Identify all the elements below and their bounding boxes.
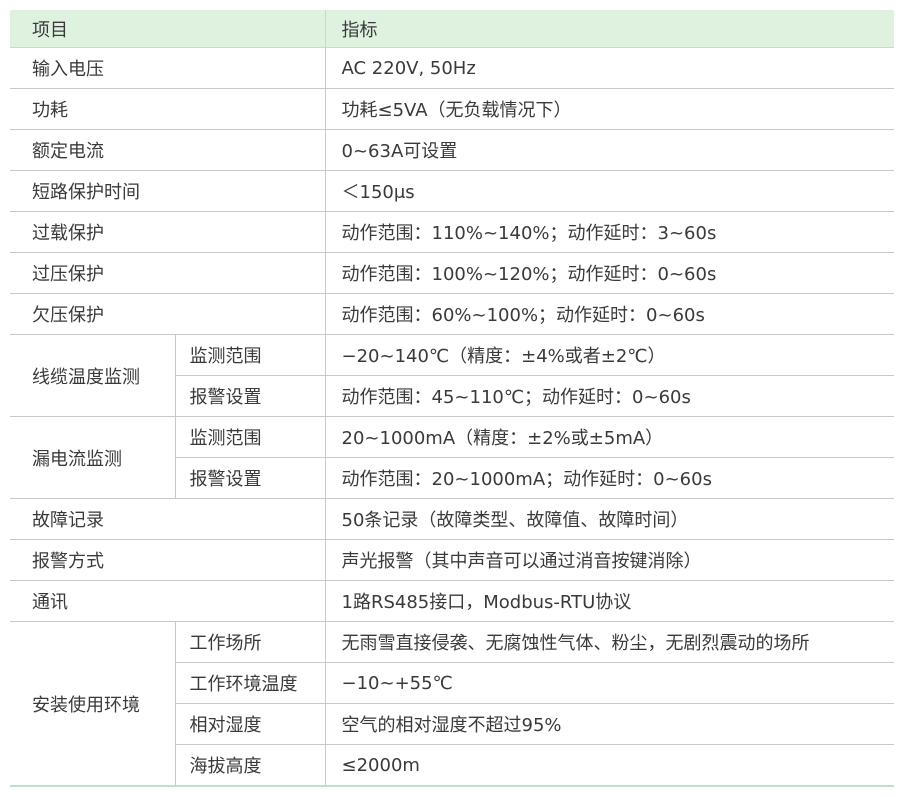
item-power-consumption: 功耗	[10, 88, 325, 130]
table-row: 额定电流 0~63A可设置	[10, 129, 894, 171]
item-communication: 通讯	[10, 580, 325, 622]
sub-item-label: 海拔高度	[174, 744, 325, 786]
table-row: 输入电压 AC 220V, 50Hz	[10, 47, 894, 89]
table-row: 故障记录 50条记录（故障类型、故障值、故障时间）	[10, 498, 894, 540]
value-power-consumption: 功耗≤5VA（无负载情况下）	[324, 88, 894, 130]
value-rated-current: 0~63A可设置	[324, 129, 894, 171]
item-fault-record: 故障记录	[10, 498, 325, 540]
value-alarm-method: 声光报警（其中声音可以通过消音按键消除）	[324, 539, 894, 581]
sub-item-label: 监测范围	[174, 334, 325, 376]
value-undervoltage-protection: 动作范围：60%~100%；动作延时：0~60s	[324, 293, 894, 335]
item-cable-temp-monitoring: 线缆温度监测	[10, 334, 175, 417]
item-overload-protection: 过载保护	[10, 211, 325, 253]
sub-item-label: 相对湿度	[174, 703, 325, 745]
table-row: 安装使用环境 工作场所 无雨雪直接侵袭、无腐蚀性气体、粉尘，无剧烈震动的场所	[10, 621, 894, 787]
item-short-circuit-time: 短路保护时间	[10, 170, 325, 212]
header-spec: 指标	[324, 10, 894, 48]
sub-item-value: 无雨雪直接侵袭、无腐蚀性气体、粉尘，无剧烈震动的场所	[324, 621, 894, 663]
sub-item-value: ≤2000m	[324, 744, 894, 786]
value-overvoltage-protection: 动作范围：100%~120%；动作延时：0~60s	[324, 252, 894, 294]
table-row: 漏电流监测 监测范围 20~1000mA（精度：±2%或±5mA）	[10, 416, 894, 499]
header-row: 项目 指标	[10, 10, 894, 48]
table-row: 线缆温度监测 监测范围 −20~140℃（精度：±4%或者±2℃）	[10, 334, 894, 417]
sub-item-value: 动作范围：45~110℃；动作延时：0~60s	[324, 375, 894, 417]
value-short-circuit-time: ＜150μs	[324, 170, 894, 212]
value-overload-protection: 动作范围：110%~140%；动作延时：3~60s	[324, 211, 894, 253]
sub-item-label: 工作场所	[174, 621, 325, 663]
sub-item-value: −10~+55℃	[324, 662, 894, 704]
table-row: 过载保护 动作范围：110%~140%；动作延时：3~60s	[10, 211, 894, 253]
sub-item-value: 空气的相对湿度不超过95%	[324, 703, 894, 745]
item-installation-environment: 安装使用环境	[10, 621, 175, 787]
table-row: 报警方式 声光报警（其中声音可以通过消音按键消除）	[10, 539, 894, 581]
sub-item-label: 报警设置	[174, 375, 325, 417]
header-item: 项目	[10, 10, 325, 48]
table-row: 短路保护时间 ＜150μs	[10, 170, 894, 212]
spec-table: 项目 指标 输入电压 AC 220V, 50Hz 功耗 功耗≤5VA（无负载情况…	[10, 10, 894, 787]
item-undervoltage-protection: 欠压保护	[10, 293, 325, 335]
table-row: 功耗 功耗≤5VA（无负载情况下）	[10, 88, 894, 130]
sub-item-label: 工作环境温度	[174, 662, 325, 704]
sub-item-label: 报警设置	[174, 457, 325, 499]
sub-item-label: 监测范围	[174, 416, 325, 458]
value-input-voltage: AC 220V, 50Hz	[324, 47, 894, 89]
item-rated-current: 额定电流	[10, 129, 325, 171]
value-communication: 1路RS485接口，Modbus-RTU协议	[324, 580, 894, 622]
item-input-voltage: 输入电压	[10, 47, 325, 89]
sub-item-value: 20~1000mA（精度：±2%或±5mA）	[324, 416, 894, 458]
item-alarm-method: 报警方式	[10, 539, 325, 581]
table-row: 过压保护 动作范围：100%~120%；动作延时：0~60s	[10, 252, 894, 294]
table-row: 通讯 1路RS485接口，Modbus-RTU协议	[10, 580, 894, 622]
item-overvoltage-protection: 过压保护	[10, 252, 325, 294]
sub-item-value: −20~140℃（精度：±4%或者±2℃）	[324, 334, 894, 376]
value-fault-record: 50条记录（故障类型、故障值、故障时间）	[324, 498, 894, 540]
sub-item-value: 动作范围：20~1000mA；动作延时：0~60s	[324, 457, 894, 499]
item-leakage-monitoring: 漏电流监测	[10, 416, 175, 499]
table-row: 欠压保护 动作范围：60%~100%；动作延时：0~60s	[10, 293, 894, 335]
